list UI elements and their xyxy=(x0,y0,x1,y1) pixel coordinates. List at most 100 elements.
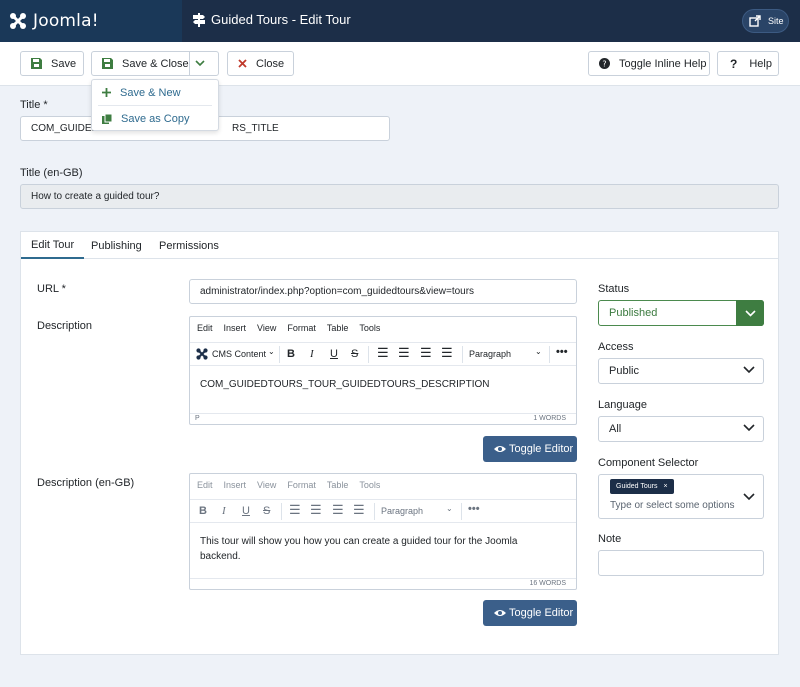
italic-button[interactable]: I xyxy=(310,348,314,360)
underline-button[interactable]: U xyxy=(330,348,338,360)
block-format-select[interactable]: Paragraph xyxy=(469,349,511,359)
chevron-down-icon xyxy=(743,366,755,374)
save-label: Save xyxy=(51,57,77,70)
close-button[interactable]: Close xyxy=(227,51,294,76)
tab-permissions[interactable]: Permissions xyxy=(149,232,229,259)
cms-content-button[interactable]: CMS Content xyxy=(212,349,266,359)
logo-text: Joomla! xyxy=(33,11,99,31)
menu-edit: Edit xyxy=(197,480,213,490)
close-label: Close xyxy=(256,57,285,70)
status-select[interactable]: Published xyxy=(598,300,764,326)
edit-card: Edit Tour Publishing Permissions URL * a… xyxy=(20,231,779,655)
save-button[interactable]: Save xyxy=(20,51,84,76)
menu-view[interactable]: View xyxy=(257,323,276,333)
bold-button[interactable]: B xyxy=(287,348,295,360)
chevron-down-icon: ⌄ xyxy=(446,504,453,513)
save-copy-label: Save as Copy xyxy=(121,112,190,125)
editor-menubar: Edit Insert View Format Table Tools xyxy=(190,317,576,339)
bold-button: B xyxy=(199,505,207,517)
save-new-menu-item[interactable]: Save & New xyxy=(92,80,218,105)
save-dropdown-menu: Save & New Save as Copy xyxy=(91,79,219,131)
access-select[interactable]: Public xyxy=(598,358,764,384)
editor-content[interactable]: COM_GUIDEDTOURS_TOUR_GUIDEDTOURS_DESCRIP… xyxy=(200,377,490,392)
tab-bar: Edit Tour Publishing Permissions xyxy=(21,232,778,259)
menu-tools[interactable]: Tools xyxy=(359,323,380,333)
menu-format: Format xyxy=(287,480,316,490)
title-engb-label: Title (en-GB) xyxy=(20,167,83,179)
component-chip-label: Guided Tours xyxy=(616,483,658,490)
italic-button: I xyxy=(222,505,226,517)
toggle-inline-help-button[interactable]: ? Toggle Inline Help xyxy=(588,51,710,76)
site-label: Site xyxy=(768,16,784,26)
menu-format[interactable]: Format xyxy=(287,323,316,333)
svg-text:?: ? xyxy=(602,60,606,69)
question-circle-icon: ? xyxy=(599,58,610,69)
save-copy-menu-item[interactable]: Save as Copy xyxy=(92,106,218,131)
block-format-select: Paragraph xyxy=(381,506,424,516)
access-value: Public xyxy=(609,365,639,377)
toggle-editor-engb-button[interactable]: Toggle Editor xyxy=(483,600,577,626)
editor-statusbar: P 1 WORDS xyxy=(190,413,576,424)
align-right-icon[interactable]: ☰ xyxy=(420,345,432,361)
joomla-logo[interactable]: Joomla! xyxy=(0,0,182,42)
chevron-down-icon xyxy=(195,60,205,67)
title-value: COM_GUIDED xyxy=(31,123,99,134)
url-input[interactable]: administrator/index.php?option=com_guide… xyxy=(189,279,577,304)
toolbar-divider xyxy=(279,346,280,363)
underline-button: U xyxy=(242,505,250,517)
more-icon[interactable]: ••• xyxy=(556,346,568,358)
toolbar-divider xyxy=(461,503,462,520)
description-editor[interactable]: Edit Insert View Format Table Tools CMS … xyxy=(189,316,577,425)
page-title-text: Guided Tours - Edit Tour xyxy=(211,12,351,27)
help-label: Help xyxy=(749,57,772,70)
title-label: Title * xyxy=(20,99,48,111)
site-button[interactable]: Site xyxy=(742,9,789,33)
title-engb-value: How to create a guided tour? xyxy=(31,191,160,202)
component-selector[interactable]: Guided Tours × Type or select some optio… xyxy=(598,474,764,519)
menu-tools: Tools xyxy=(359,480,381,490)
description-engb-editor[interactable]: Edit Insert View Format Table Tools B I … xyxy=(189,473,577,590)
status-label: Status xyxy=(598,283,630,295)
floppy-icon xyxy=(102,58,113,69)
external-link-icon xyxy=(746,12,764,30)
editor-content[interactable]: This tour will show you how you can crea… xyxy=(200,534,530,564)
align-left-icon: ☰ xyxy=(289,502,301,517)
menu-edit[interactable]: Edit xyxy=(197,323,213,333)
floppy-icon xyxy=(31,58,42,69)
menu-view: View xyxy=(257,480,277,490)
signpost-icon xyxy=(193,12,205,27)
editor-toolbar: B I U S ☰ ☰ ☰ ☰ Paragraph ⌄ ••• xyxy=(190,499,576,523)
help-button[interactable]: ? Help xyxy=(717,51,779,76)
menu-table[interactable]: Table xyxy=(327,323,349,333)
save-close-label: Save & Close xyxy=(122,57,189,70)
editor-menubar: Edit Insert View Format Table Tools xyxy=(190,474,576,496)
chip-remove-icon[interactable]: × xyxy=(664,483,668,490)
save-dropdown-toggle[interactable] xyxy=(190,52,219,75)
menu-insert[interactable]: Insert xyxy=(224,323,247,333)
chevron-down-icon xyxy=(743,424,755,432)
word-count: 1 WORDS xyxy=(533,415,566,422)
align-left-icon[interactable]: ☰ xyxy=(377,345,389,361)
toggle-inline-help-label: Toggle Inline Help xyxy=(619,57,707,70)
toggle-editor-label: Toggle Editor xyxy=(509,443,574,455)
component-placeholder: Type or select some options xyxy=(610,500,735,511)
align-center-icon: ☰ xyxy=(310,502,322,517)
close-icon xyxy=(238,59,247,68)
note-input[interactable] xyxy=(598,550,764,576)
top-header: Joomla! Guided Tours - Edit Tour Site xyxy=(0,0,800,42)
menu-table: Table xyxy=(326,480,349,490)
eye-icon xyxy=(494,446,506,452)
strikethrough-button[interactable]: S xyxy=(351,348,358,360)
status-value: Published xyxy=(609,307,658,319)
title-engb-field: How to create a guided tour? xyxy=(20,184,779,209)
tab-publishing[interactable]: Publishing xyxy=(81,232,152,259)
align-justify-icon[interactable]: ☰ xyxy=(441,345,453,361)
language-select[interactable]: All xyxy=(598,416,764,442)
strikethrough-button: S xyxy=(263,505,271,517)
save-new-label: Save & New xyxy=(120,86,181,99)
toggle-editor-button[interactable]: Toggle Editor xyxy=(483,436,577,462)
tab-edit-tour[interactable]: Edit Tour xyxy=(21,232,85,259)
menu-insert: Insert xyxy=(223,480,247,490)
save-close-button[interactable]: Save & Close xyxy=(91,51,219,76)
align-center-icon[interactable]: ☰ xyxy=(398,345,410,361)
